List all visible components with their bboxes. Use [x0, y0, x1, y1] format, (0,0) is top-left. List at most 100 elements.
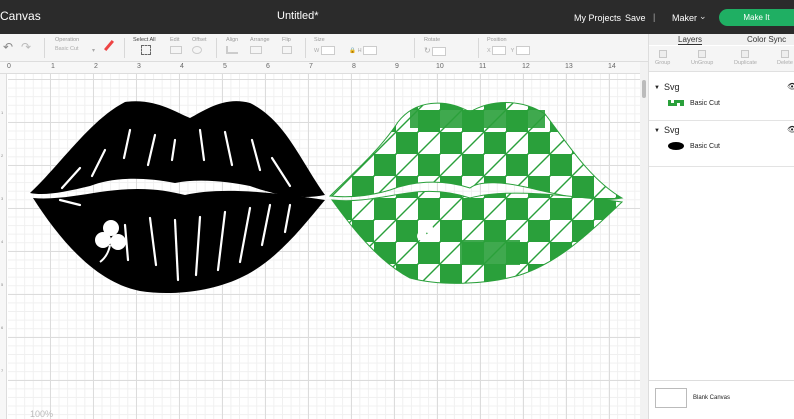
align-control[interactable]: Align [226, 37, 238, 54]
size-w-label: W [314, 47, 320, 54]
layer-operation: Basic Cut [689, 142, 720, 150]
blank-canvas-swatch[interactable] [655, 388, 687, 408]
design-canvas[interactable] [8, 74, 640, 419]
ruler-mark: 2 [94, 63, 98, 70]
black-lips-design[interactable] [30, 101, 325, 294]
edit-control[interactable]: Edit [170, 37, 182, 54]
trash-icon [780, 50, 789, 58]
tab-layers[interactable]: Layers [678, 34, 703, 45]
layer-tools: Group UnGroup Duplicate Delete [649, 46, 794, 72]
app: Canvas Untitled* My Projects Save | Make… [0, 0, 794, 419]
ruler-mark: 4 [1, 239, 4, 244]
divider [478, 38, 479, 58]
flip-icon [282, 46, 292, 54]
edit-icon [170, 46, 182, 54]
chevron-down-icon[interactable]: ▾ [92, 47, 95, 54]
offset-label: Offset [192, 37, 207, 43]
duplicate-icon [741, 50, 750, 58]
size-h-label: H [357, 47, 362, 54]
y-input[interactable] [515, 46, 530, 55]
vertical-scrollbar[interactable] [640, 62, 648, 419]
height-input[interactable] [363, 46, 378, 55]
layer-item[interactable]: Basic Cut [668, 98, 720, 108]
edit-label: Edit [170, 37, 180, 43]
divider [216, 38, 217, 58]
pen-icon[interactable] [103, 39, 115, 52]
duplicate-button[interactable]: Duplicate [734, 50, 757, 66]
rotate-icon: ↻ [424, 46, 431, 55]
chevron-down-icon[interactable]: ⌄ [699, 11, 707, 22]
divider [124, 38, 125, 58]
size-label: Size [314, 37, 325, 43]
ruler-mark: 6 [1, 325, 4, 330]
ruler-mark: 7 [1, 368, 4, 373]
ruler-mark: 14 [608, 63, 616, 70]
select-all-button[interactable]: Select All [133, 37, 156, 55]
document-title[interactable]: Untitled* [277, 10, 319, 22]
operation-value[interactable]: Basic Cut [55, 46, 79, 52]
delete-label: Delete [777, 60, 793, 66]
layers-panel: Layers Color Sync Group UnGroup Duplicat… [648, 34, 794, 419]
zoom-level[interactable]: 100% [30, 409, 53, 419]
arrange-icon [250, 46, 262, 54]
ruler-mark: 7 [309, 63, 313, 70]
ruler-mark: 4 [180, 63, 184, 70]
operation-control[interactable]: Operation Basic Cut [55, 37, 79, 52]
eye-icon[interactable]: 👁 [787, 125, 794, 134]
layer-item[interactable]: Basic Cut [668, 141, 720, 151]
top-bar: Canvas Untitled* My Projects Save | Make… [0, 0, 794, 34]
layer-group[interactable]: ▼ Svg 👁 Basic Cut [649, 125, 794, 165]
ungroup-label: UnGroup [691, 60, 714, 66]
save-button[interactable]: Save [625, 13, 646, 23]
ruler-top: 0 1 2 3 4 5 6 7 8 9 10 11 12 13 14 [0, 62, 640, 74]
position-control[interactable]: Position X Y [487, 37, 533, 55]
flip-label: Flip [282, 37, 291, 43]
ruler-mark: 3 [137, 63, 141, 70]
ruler-mark: 1 [51, 63, 55, 70]
layer-group[interactable]: ▼ Svg 👁 Basic Cut [649, 82, 794, 122]
scrollbar-thumb[interactable] [642, 80, 646, 98]
duplicate-label: Duplicate [734, 60, 757, 66]
x-input[interactable] [492, 46, 507, 55]
rotate-control[interactable]: Rotate ↻ [424, 37, 449, 57]
canvas-artwork [30, 101, 624, 294]
select-all-label: Select All [133, 37, 156, 43]
machine-select[interactable]: Maker [672, 13, 697, 23]
group-button[interactable]: Group [655, 50, 670, 66]
arrange-control[interactable]: Arrange [250, 37, 270, 54]
lock-icon[interactable]: 🔒 [349, 48, 356, 54]
tab-color-sync[interactable]: Color Sync [747, 34, 786, 45]
ungroup-button[interactable]: UnGroup [691, 50, 713, 66]
rotate-input[interactable] [432, 47, 447, 57]
ruler-mark: 5 [1, 282, 4, 287]
offset-icon [192, 46, 202, 54]
flip-control[interactable]: Flip [282, 37, 292, 54]
position-label: Position [487, 37, 507, 43]
divider [305, 38, 306, 58]
caret-down-icon[interactable]: ▼ [654, 128, 660, 134]
divider [649, 166, 794, 167]
offset-control[interactable]: Offset [192, 37, 207, 54]
my-projects-link[interactable]: My Projects [574, 13, 621, 23]
green-plaid-lips-design[interactable] [328, 102, 624, 284]
group-icon [658, 50, 667, 58]
undo-icon[interactable]: ↶ [3, 40, 13, 54]
select-all-icon [141, 45, 151, 55]
group-name: Svg [663, 82, 680, 92]
width-input[interactable] [320, 46, 335, 55]
blank-canvas-label: Blank Canvas [693, 395, 731, 401]
group-label: Group [655, 60, 671, 66]
eye-icon[interactable]: 👁 [787, 82, 794, 91]
ruler-mark: 1 [1, 110, 4, 115]
ruler-mark: 3 [1, 196, 4, 201]
separator: | [653, 12, 656, 22]
caret-down-icon[interactable]: ▼ [654, 85, 660, 91]
make-it-button[interactable]: Make It [719, 9, 794, 26]
redo-icon[interactable]: ↷ [21, 40, 31, 54]
delete-button[interactable]: Delete [777, 50, 793, 66]
size-control[interactable]: Size W 🔒 H [314, 37, 380, 55]
ruler-mark: 10 [436, 63, 444, 70]
blank-canvas-row[interactable]: Blank Canvas [649, 380, 794, 419]
divider [44, 38, 45, 58]
edit-toolbar: ↶ ↷ Operation Basic Cut ▾ Select All Edi… [0, 34, 648, 62]
